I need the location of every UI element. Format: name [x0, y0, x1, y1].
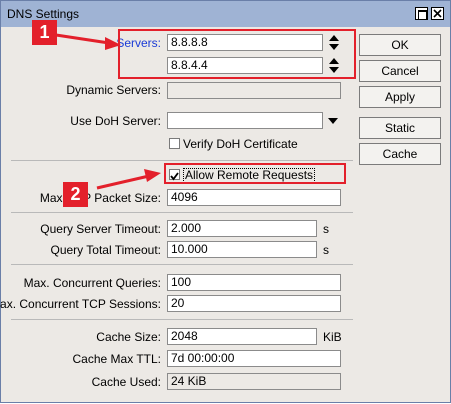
dns-settings-window: DNS Settings Servers: 8.8.8.8 8.8.4.4 Dy…: [0, 0, 451, 403]
annotation-badge-1: 1: [32, 20, 57, 45]
annotation-badge-2: 2: [63, 182, 88, 207]
